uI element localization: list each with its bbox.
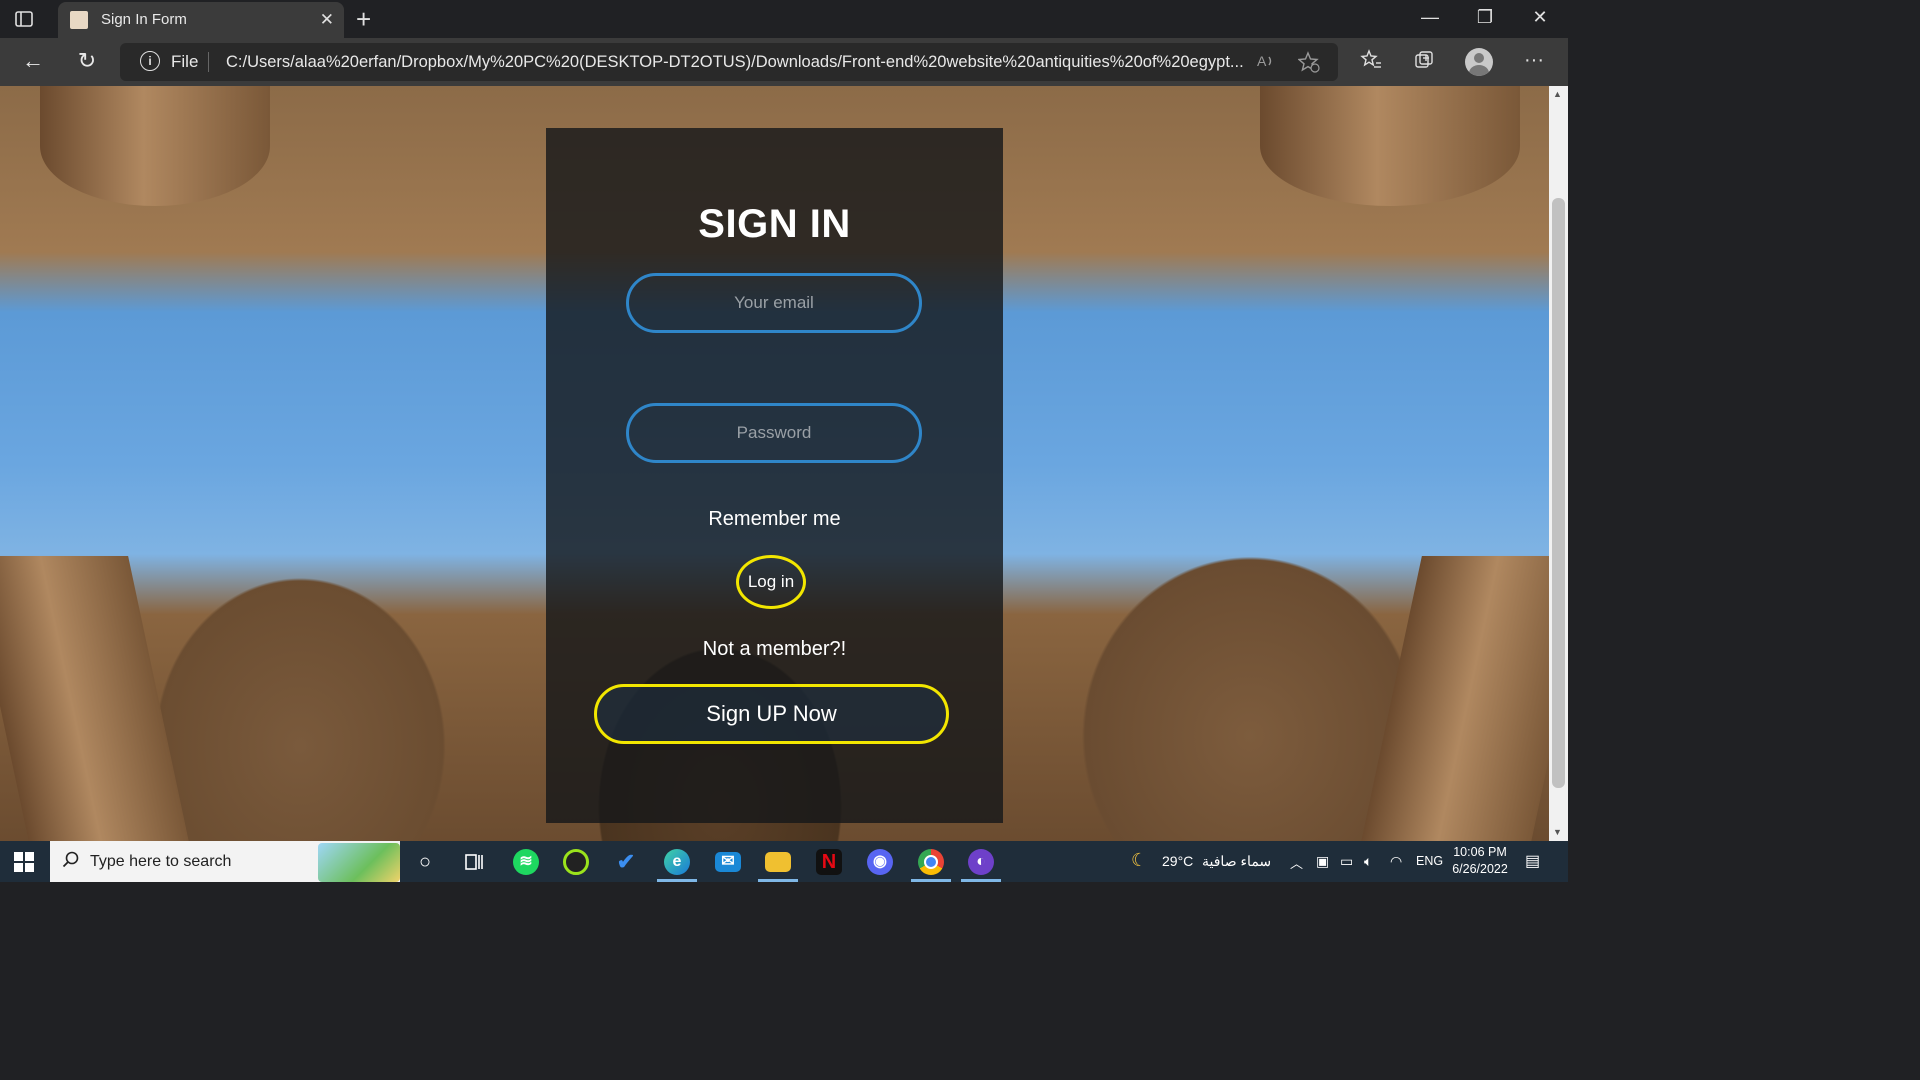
login-button[interactable]: Log in — [736, 555, 806, 609]
scrollbar-thumb[interactable] — [1552, 198, 1565, 788]
new-tab-button[interactable]: + — [356, 4, 371, 35]
weather-temperature[interactable]: 29°C — [1162, 853, 1193, 869]
tab-title: Sign In Form — [101, 11, 187, 28]
clock-time: 10:06 PM — [1453, 845, 1507, 859]
cortana-icon[interactable]: ○ — [412, 849, 438, 875]
todo-icon[interactable]: ✔ — [613, 849, 639, 875]
tab-close-icon[interactable]: ✕ — [320, 10, 334, 30]
netflix-icon[interactable]: N — [816, 849, 842, 875]
vertical-scrollbar[interactable]: ▲ ▼ — [1549, 86, 1568, 841]
profile-avatar[interactable] — [1465, 48, 1493, 76]
minimize-button[interactable]: — — [1410, 7, 1450, 28]
tab-actions-icon[interactable] — [12, 7, 36, 31]
site-info-icon[interactable]: i — [140, 51, 160, 71]
app-ring-icon[interactable] — [563, 849, 589, 875]
search-placeholder: Type here to search — [90, 853, 232, 870]
clock-date: 6/26/2022 — [1452, 862, 1508, 876]
volume-icon[interactable]: 🔈︎ — [1364, 853, 1372, 870]
task-view-icon[interactable] — [461, 849, 487, 875]
taskbar-search-box[interactable]: Type here to search — [50, 841, 400, 882]
running-app-indicator — [911, 879, 951, 882]
password-field[interactable] — [626, 403, 922, 463]
file-explorer-icon[interactable] — [765, 852, 791, 872]
restore-button[interactable]: ❐ — [1465, 7, 1505, 28]
background-column — [0, 556, 192, 841]
email-field[interactable] — [626, 273, 922, 333]
mail-icon[interactable]: ✉ — [715, 852, 741, 872]
svg-text:A: A — [1257, 53, 1267, 69]
address-url[interactable]: C:/Users/alaa%20erfan/Dropbox/My%20PC%20… — [226, 53, 1246, 72]
close-window-button[interactable]: ✕ — [1520, 7, 1560, 28]
discord-icon[interactable]: ◉ — [867, 849, 893, 875]
refresh-button[interactable]: ↻ — [72, 48, 102, 74]
collections-icon[interactable] — [1409, 49, 1439, 77]
scroll-up-icon[interactable]: ▲ — [1553, 89, 1562, 99]
read-aloud-icon[interactable]: A — [1256, 51, 1276, 76]
search-highlight-image — [318, 843, 400, 882]
windows-start-icon[interactable] — [14, 852, 34, 872]
page-title: SIGN IN — [698, 202, 851, 246]
not-member-text: Not a member?! — [702, 638, 847, 660]
address-bar[interactable]: i File C:/Users/alaa%20erfan/Dropbox/My%… — [120, 43, 1338, 81]
back-button[interactable]: ← — [18, 48, 48, 74]
page-background: SIGN IN Remember me Log in Not a member?… — [0, 86, 1549, 841]
battery-icon[interactable]: ▭ — [1340, 853, 1353, 870]
background-column-capital — [1260, 86, 1520, 206]
active-app-indicator — [657, 879, 697, 882]
browser-tab[interactable]: Sign In Form ✕ — [58, 2, 344, 38]
meet-now-icon[interactable]: ▣ — [1316, 853, 1329, 870]
running-app-indicator — [758, 879, 798, 882]
scroll-down-icon[interactable]: ▼ — [1553, 827, 1562, 837]
navigation-bar: ← ↻ i File C:/Users/alaa%20erfan/Dropbox… — [0, 38, 1568, 86]
scheme-label: File — [171, 52, 199, 71]
system-clock[interactable]: 10:06 PM 6/26/2022 — [1445, 844, 1515, 878]
language-indicator[interactable]: ENG — [1416, 854, 1443, 868]
search-icon — [62, 851, 80, 874]
settings-more-button[interactable]: ··· — [1519, 49, 1549, 72]
favorites-icon[interactable] — [1356, 49, 1386, 77]
running-app-indicator — [961, 879, 1001, 882]
chrome-icon[interactable] — [918, 849, 944, 875]
github-desktop-icon[interactable]: ◐ — [968, 849, 994, 875]
remember-me-label[interactable]: Remember me — [546, 508, 1003, 531]
tab-bar: Sign In Form ✕ + — ❐ ✕ — [0, 0, 1568, 38]
background-column-capital — [40, 86, 270, 206]
add-favorite-icon[interactable] — [1297, 51, 1320, 78]
wifi-icon[interactable]: ◠ — [1390, 853, 1402, 870]
address-divider — [208, 52, 209, 72]
sign-up-button[interactable]: Sign UP Now — [594, 684, 949, 744]
page-favicon-icon — [70, 11, 88, 29]
moon-icon: ☾ — [1131, 850, 1148, 870]
taskbar: Type here to search ○ ≋ ✔ e ✉ N ◉ ◐ ☾ 29… — [0, 841, 1568, 882]
chevron-up-icon[interactable]: ︿ — [1290, 853, 1303, 872]
spotify-icon[interactable]: ≋ — [513, 849, 539, 875]
notifications-icon[interactable]: ▤ — [1525, 851, 1540, 871]
background-column — [1358, 556, 1549, 841]
sign-in-card: SIGN IN Remember me Log in Not a member?… — [546, 128, 1003, 823]
weather-condition[interactable]: سماء صافية — [1202, 853, 1271, 870]
edge-icon[interactable]: e — [664, 849, 690, 875]
